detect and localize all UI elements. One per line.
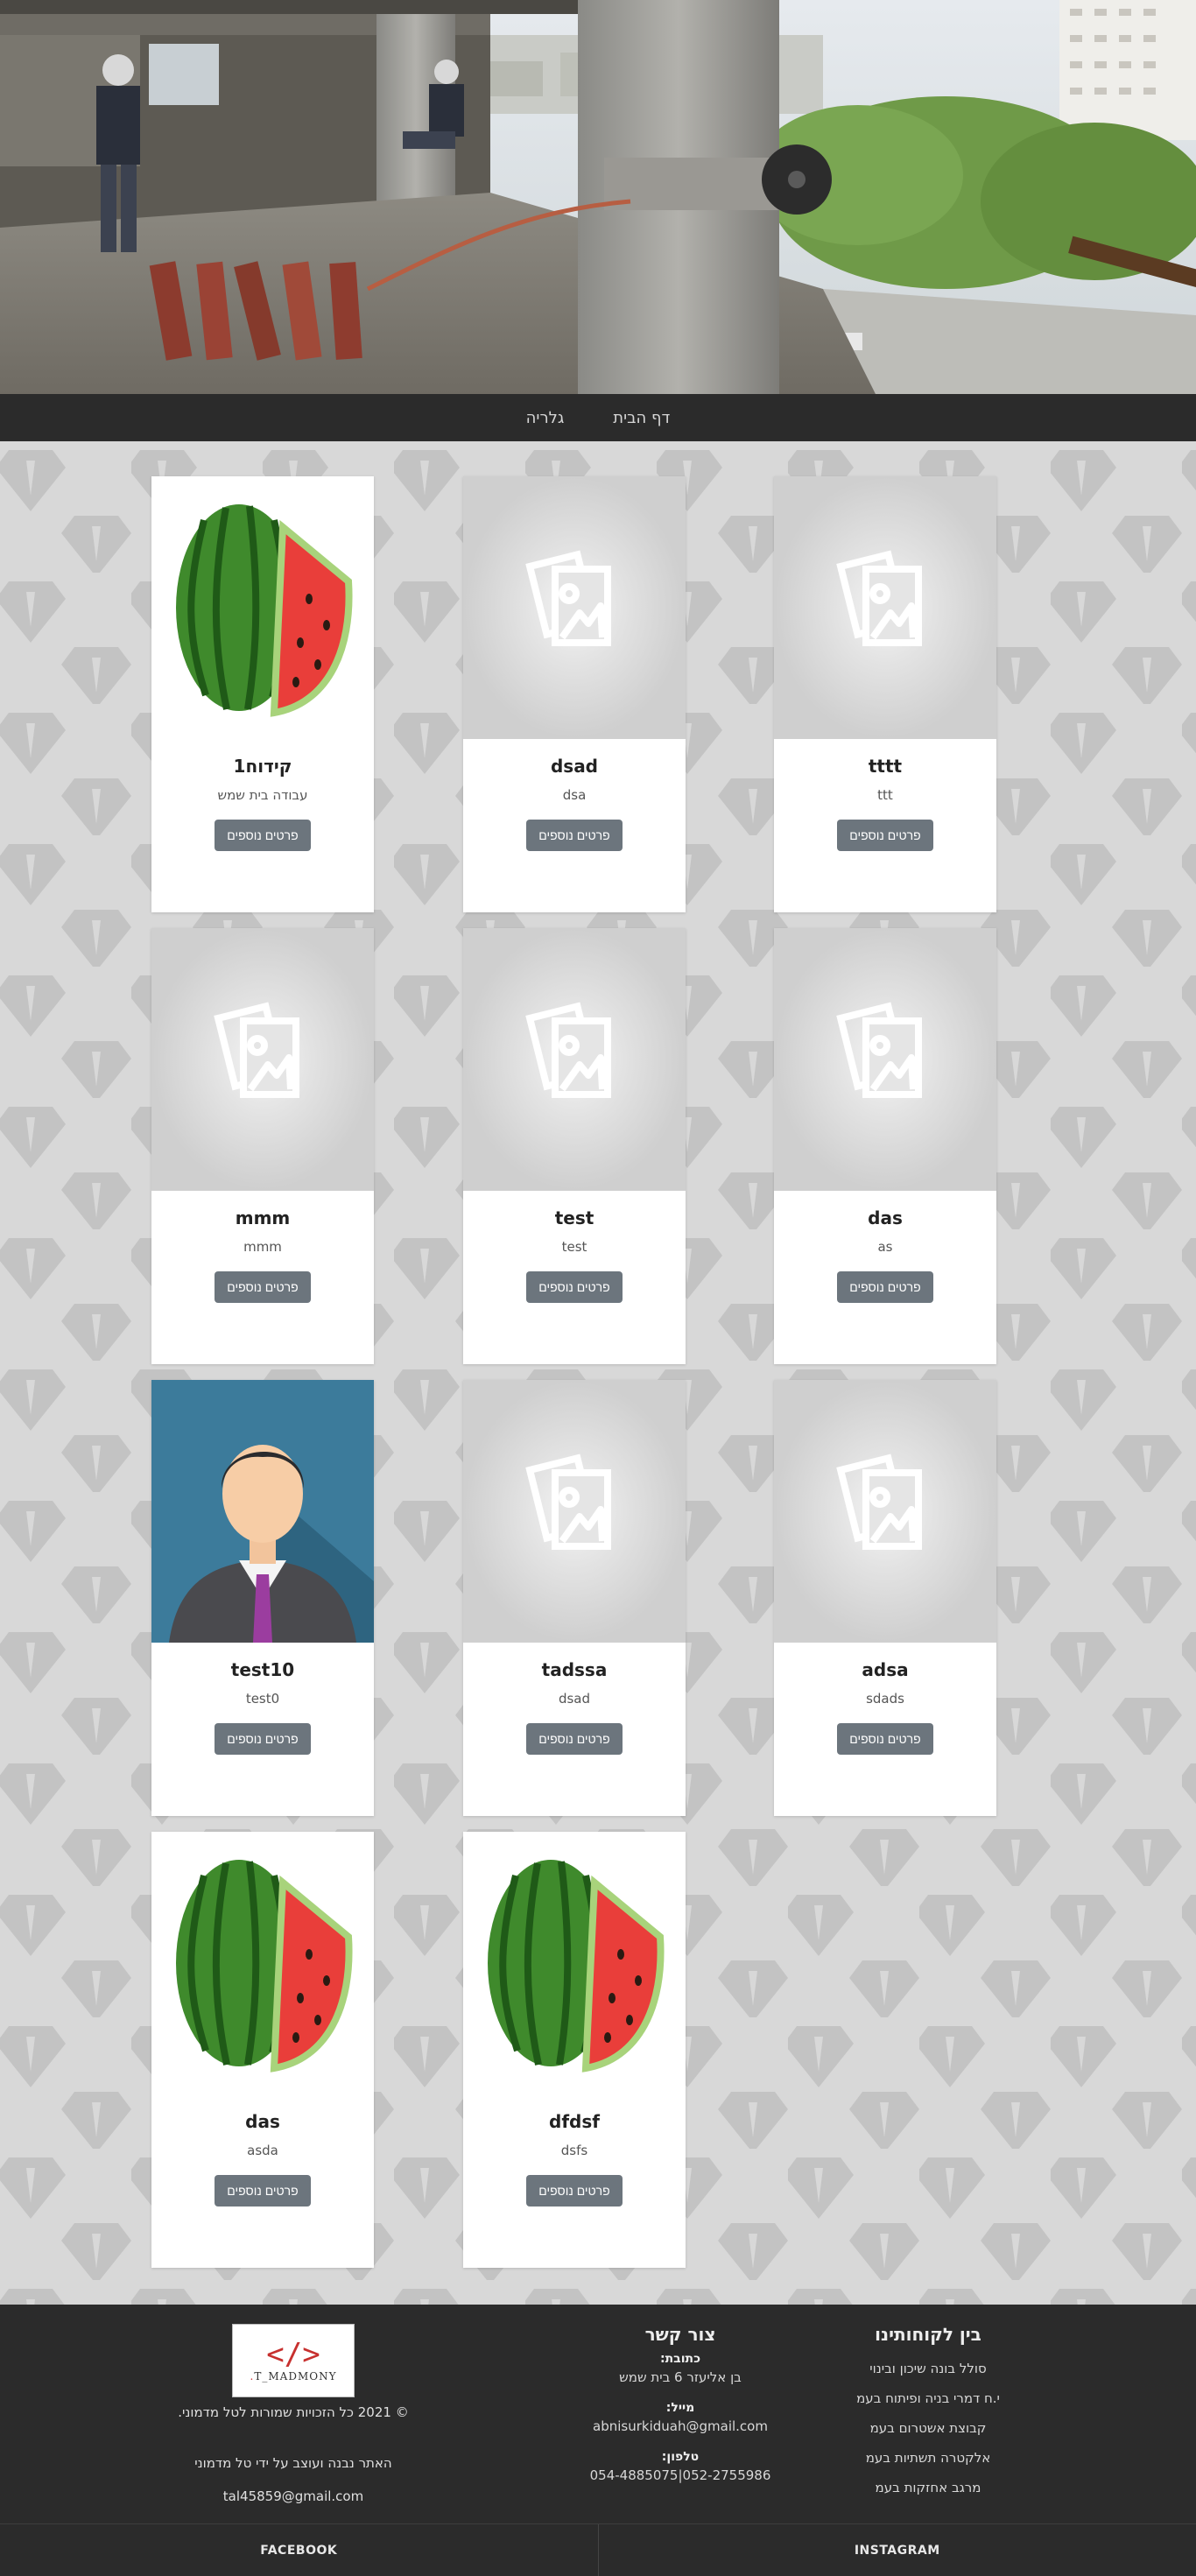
- logo-text: T_MADMONY.: [250, 2370, 337, 2382]
- gallery-card: קידוח1 עבודה בית שמש פרטים נוספים: [151, 476, 374, 912]
- card-title: test10: [230, 1659, 295, 1680]
- card-title: das: [868, 1207, 903, 1228]
- card-title: dsad: [550, 756, 599, 777]
- contact-column: צור קשר כתובת: בן אליעזר 6 בית שמש מייל:…: [552, 2324, 809, 2485]
- designer-credit: האתר נבנה ועוצב על ידי טל מדמוני: [194, 2455, 392, 2471]
- more-details-button[interactable]: פרטים נוספים: [526, 1271, 623, 1303]
- gallery-card: tttt ttt פרטים נוספים: [774, 476, 996, 912]
- card-description: dsa: [562, 787, 587, 803]
- main-nav: דף הבית גלריה: [0, 394, 1196, 441]
- email-label: מייל:: [665, 2401, 695, 2415]
- card-description: sdads: [866, 1691, 904, 1707]
- card-title: test: [554, 1207, 594, 1228]
- person-avatar-image: [151, 1380, 374, 1643]
- address-label: כתובת:: [660, 2352, 700, 2366]
- clients-column: בין לקוחותינו סולל בונה שיכון ובינוי י.ח…: [841, 2324, 1016, 2502]
- placeholder-image-icon: [774, 1380, 996, 1643]
- email-link[interactable]: abnisurkiduah@gmail.com: [552, 2417, 809, 2436]
- gallery-card: mmm mmm פרטים נוספים: [151, 928, 374, 1364]
- address-value: בן אליעזר 6 בית שמש: [619, 2369, 742, 2385]
- designer-email-link[interactable]: tal45859@gmail.com: [149, 2488, 438, 2504]
- placeholder-image-icon: [774, 928, 996, 1191]
- contact-heading: צור קשר: [644, 2324, 716, 2345]
- more-details-button[interactable]: פרטים נוספים: [837, 820, 933, 851]
- card-title: adsa: [862, 1659, 909, 1680]
- watermelon-image: [151, 476, 374, 739]
- more-details-button[interactable]: פרטים נוספים: [526, 820, 623, 851]
- gallery-section: tttt ttt פרטים נוספים dsad dsa פרטים נוס…: [0, 441, 1196, 2305]
- card-title: קידוח1: [233, 756, 292, 777]
- card-description: test0: [245, 1691, 280, 1707]
- more-details-button[interactable]: פרטים נוספים: [837, 1723, 933, 1755]
- phone-value[interactable]: 052-2755986|054-4885075: [552, 2466, 809, 2485]
- card-title: das: [245, 2111, 280, 2132]
- watermelon-image: [463, 1832, 686, 2094]
- card-description: as: [877, 1239, 893, 1255]
- client-item: י.ח דמרי בניה ופיתוח בעמ: [856, 2390, 1000, 2406]
- client-item: סולל בונה שיכון ובינוי: [869, 2361, 987, 2376]
- phone-label: טלפון:: [661, 2450, 700, 2464]
- card-title: tadssa: [541, 1659, 608, 1680]
- gallery-card: dfdsf dsfs פרטים נוספים: [463, 1832, 686, 2268]
- card-description: ttt: [877, 787, 893, 803]
- placeholder-image-icon: [463, 1380, 686, 1643]
- more-details-button[interactable]: פרטים נוספים: [526, 2175, 623, 2206]
- card-title: mmm: [235, 1207, 291, 1228]
- gallery-card: test test פרטים נוספים: [463, 928, 686, 1364]
- hero-construction-image: [0, 0, 1196, 394]
- placeholder-image-icon: [151, 928, 374, 1191]
- card-description: עבודה בית שמש: [217, 787, 308, 803]
- client-item: קבוצת אשטרום בעמ: [869, 2420, 987, 2436]
- card-description: mmm: [243, 1239, 282, 1255]
- card-description: test: [561, 1239, 587, 1255]
- gallery-card: das asda פרטים נוספים: [151, 1832, 374, 2268]
- card-title: dfdsf: [549, 2111, 600, 2132]
- site-footer: בין לקוחותינו סולל בונה שיכון ובינוי י.ח…: [0, 2305, 1196, 2523]
- gallery-card: dsad dsa פרטים נוספים: [463, 476, 686, 912]
- more-details-button[interactable]: פרטים נוספים: [215, 2175, 311, 2206]
- card-description: dsfs: [560, 2143, 588, 2158]
- card-description: asda: [247, 2143, 278, 2158]
- brand-column: </> T_MADMONY. © 2021 כל הזכויות שמורות …: [149, 2324, 438, 2504]
- gallery-card: das as פרטים נוספים: [774, 928, 996, 1364]
- more-details-button[interactable]: פרטים נוספים: [837, 1271, 933, 1303]
- placeholder-image-icon: [774, 476, 996, 739]
- more-details-button[interactable]: פרטים נוספים: [526, 1723, 623, 1755]
- social-bar: FACEBOOK INSTAGRAM: [0, 2523, 1196, 2576]
- watermelon-image: [151, 1832, 374, 2094]
- card-description: dsad: [558, 1691, 591, 1707]
- gallery-card: tadssa dsad פרטים נוספים: [463, 1380, 686, 1816]
- placeholder-image-icon: [463, 928, 686, 1191]
- nav-home-link[interactable]: דף הבית: [613, 409, 670, 427]
- client-item: מרגב אחזקות בעמ: [875, 2480, 981, 2495]
- instagram-link[interactable]: INSTAGRAM: [597, 2524, 1196, 2576]
- card-title: tttt: [868, 756, 903, 777]
- more-details-button[interactable]: פרטים נוספים: [215, 820, 311, 851]
- t-madmony-logo[interactable]: </> T_MADMONY.: [232, 2324, 355, 2397]
- copyright-text: © 2021 כל הזכויות שמורות לטל מדמוני.: [178, 2404, 409, 2420]
- client-item: אלקטרה תשתיות בעמ: [865, 2450, 991, 2466]
- code-brackets-icon: </>: [266, 2337, 320, 2372]
- placeholder-image-icon: [463, 476, 686, 739]
- hero-banner: [0, 0, 1196, 394]
- clients-heading: בין לקוחותינו: [875, 2324, 981, 2345]
- nav-gallery-link[interactable]: גלריה: [526, 409, 565, 427]
- more-details-button[interactable]: פרטים נוספים: [215, 1723, 311, 1755]
- more-details-button[interactable]: פרטים נוספים: [215, 1271, 311, 1303]
- facebook-link[interactable]: FACEBOOK: [0, 2524, 598, 2576]
- gallery-card: adsa sdads פרטים נוספים: [774, 1380, 996, 1816]
- gallery-card: test10 test0 פרטים נוספים: [151, 1380, 374, 1816]
